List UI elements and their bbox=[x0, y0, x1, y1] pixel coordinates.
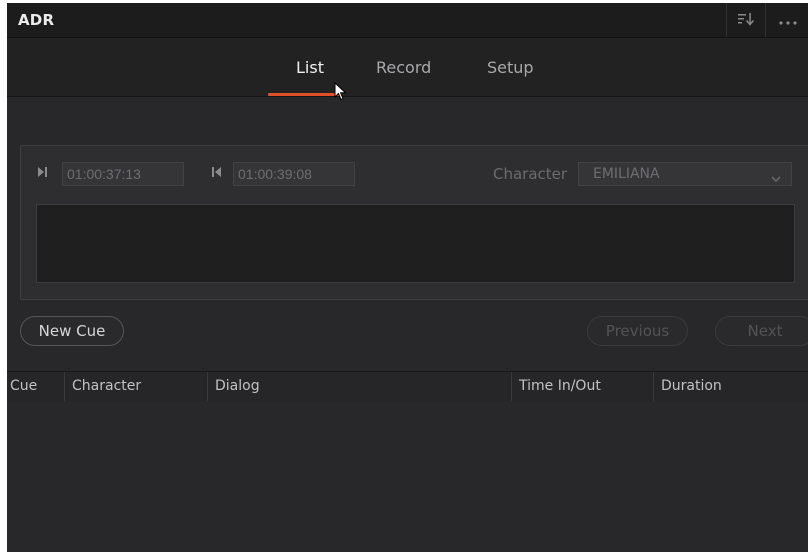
column-header-character[interactable]: Character bbox=[64, 372, 207, 401]
dialog-text-area[interactable] bbox=[36, 204, 795, 283]
previous-button[interactable]: Previous bbox=[587, 316, 688, 346]
cue-table-body bbox=[7, 401, 808, 552]
cue-editor: Character EMILIANA bbox=[20, 145, 808, 300]
more-options-button[interactable] bbox=[765, 3, 808, 37]
tab-record[interactable]: Record bbox=[376, 58, 431, 77]
column-header-dialog[interactable]: Dialog bbox=[207, 372, 511, 401]
mark-out-icon[interactable] bbox=[212, 167, 221, 180]
sort-button[interactable] bbox=[726, 3, 765, 37]
next-button[interactable]: Next bbox=[715, 316, 808, 346]
tab-bar: List Record Setup bbox=[7, 38, 808, 101]
chevron-down-icon bbox=[771, 168, 781, 187]
character-value: EMILIANA bbox=[593, 166, 660, 182]
in-timecode-field[interactable] bbox=[62, 162, 184, 186]
column-header-time-in-out[interactable]: Time In/Out bbox=[511, 372, 653, 401]
mouse-pointer-icon bbox=[334, 81, 348, 106]
active-tab-indicator bbox=[268, 93, 342, 96]
tab-setup[interactable]: Setup bbox=[487, 58, 534, 77]
character-dropdown[interactable]: EMILIANA bbox=[578, 162, 792, 186]
cue-table-header: Cue Character Dialog Time In/Out Duratio… bbox=[7, 371, 808, 402]
mark-in-icon[interactable] bbox=[38, 167, 47, 180]
column-header-duration[interactable]: Duration bbox=[653, 372, 808, 401]
column-header-cue[interactable]: Cue bbox=[7, 372, 64, 401]
out-timecode-field[interactable] bbox=[233, 162, 355, 186]
panel-title: ADR bbox=[18, 11, 55, 29]
panel-titlebar: ADR bbox=[7, 3, 808, 38]
tab-list[interactable]: List bbox=[296, 58, 324, 77]
character-label: Character bbox=[493, 165, 568, 183]
new-cue-button[interactable]: New Cue bbox=[20, 316, 124, 346]
sort-icon bbox=[737, 11, 755, 30]
more-options-icon bbox=[778, 11, 798, 30]
adr-panel: ADR List Record Setup 01:00:37:13 01:00:… bbox=[7, 3, 808, 552]
